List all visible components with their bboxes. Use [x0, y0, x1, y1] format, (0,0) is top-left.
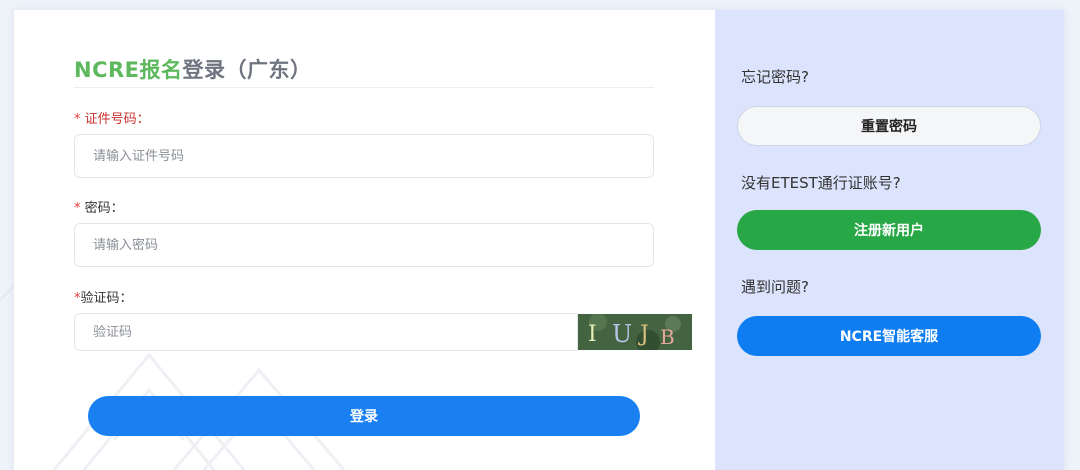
password-label-text: 密码: [84, 201, 111, 216]
captcha-char: U: [612, 320, 632, 348]
captcha-image[interactable]: I U J B: [578, 314, 692, 350]
captcha-char: B: [660, 325, 675, 349]
label-colon: ：: [136, 112, 150, 127]
captcha-char: I: [588, 322, 597, 347]
captcha-input[interactable]: [74, 313, 578, 351]
label-colon: ：: [110, 201, 124, 216]
captcha-label: *验证码：: [74, 287, 133, 306]
required-mark: *: [74, 112, 81, 127]
smart-service-button[interactable]: NCRE智能客服: [737, 316, 1041, 356]
login-card: NCRE报名登录（广东） * 证件号码： * 密码： *验证码： I U J B…: [14, 10, 1064, 470]
login-button[interactable]: 登录: [88, 396, 640, 436]
id-number-label-text: 证件号码: [84, 112, 137, 127]
no-account-question: 没有ETEST通行证账号?: [741, 174, 901, 192]
side-panel: 忘记密码? 重置密码 没有ETEST通行证账号? 注册新用户 遇到问题? NCR…: [715, 10, 1064, 470]
password-label: * 密码：: [74, 197, 124, 216]
id-number-label: * 证件号码：: [74, 108, 150, 127]
title-divider: [74, 87, 654, 88]
captcha-char: J: [638, 322, 649, 347]
page-title: NCRE报名登录（广东）: [74, 54, 312, 84]
id-number-input[interactable]: [74, 134, 654, 178]
forgot-password-question: 忘记密码?: [741, 68, 809, 86]
title-suffix: 登录（广东）: [182, 58, 312, 82]
captcha-label-text: 验证码: [80, 291, 120, 306]
label-colon: ：: [119, 291, 133, 306]
required-mark: *: [74, 201, 81, 216]
title-brand: NCRE报名: [74, 58, 183, 82]
reset-password-button[interactable]: 重置密码: [737, 106, 1041, 146]
register-button[interactable]: 注册新用户: [737, 210, 1041, 250]
problem-question: 遇到问题?: [741, 278, 809, 296]
password-input[interactable]: [74, 223, 654, 267]
